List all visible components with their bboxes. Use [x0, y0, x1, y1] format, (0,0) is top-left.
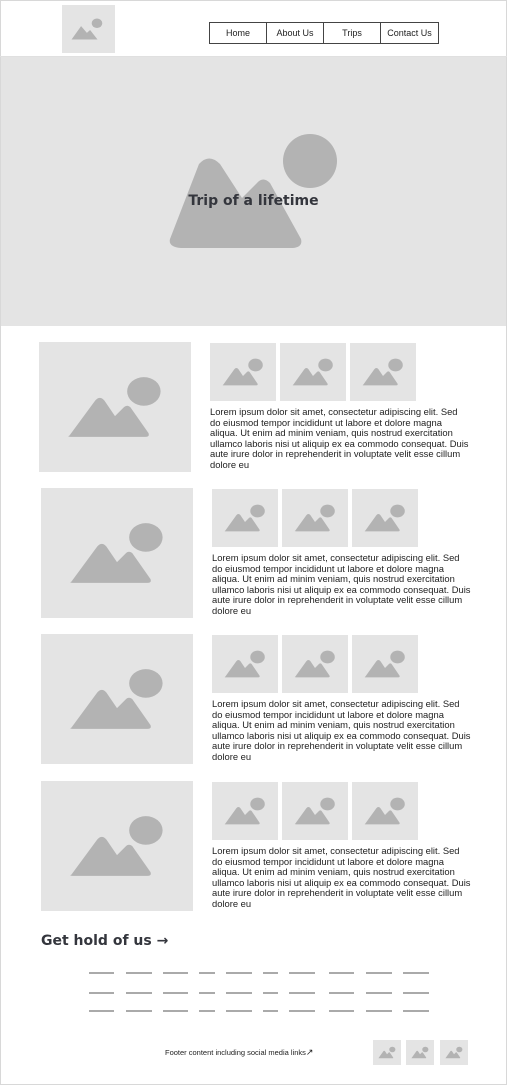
placeholder-line [89, 1010, 114, 1012]
placeholder-line [126, 1010, 152, 1012]
logo-image-placeholder-icon[interactable] [62, 5, 115, 53]
external-link-icon: ↗ [305, 1047, 314, 1057]
placeholder-line [199, 992, 215, 994]
nav-trips[interactable]: Trips [324, 23, 381, 43]
placeholder-line [289, 992, 315, 994]
placeholder-line [263, 1010, 278, 1012]
trip-thumbnail-image-placeholder-icon[interactable] [210, 343, 276, 401]
placeholder-line [126, 972, 152, 974]
placeholder-line [226, 1010, 252, 1012]
placeholder-line [403, 992, 429, 994]
placeholder-line [289, 972, 315, 974]
trip-description: Lorem ipsum dolor sit amet, consectetur … [212, 698, 471, 762]
trip-thumbnail-image-placeholder-icon[interactable] [282, 489, 348, 547]
trip-thumbnail-image-placeholder-icon[interactable] [350, 343, 416, 401]
trip-thumbnail-image-placeholder-icon[interactable] [282, 782, 348, 840]
placeholder-line [289, 1010, 315, 1012]
placeholder-line [329, 1010, 354, 1012]
placeholder-line [199, 972, 215, 974]
placeholder-line [263, 992, 278, 994]
trip-thumbnail-image-placeholder-icon[interactable] [280, 343, 346, 401]
placeholder-line [163, 1010, 188, 1012]
nav-about-us[interactable]: About Us [267, 23, 324, 43]
main-nav: Home About Us Trips Contact Us [209, 22, 439, 44]
social-media-image-placeholder-icon[interactable] [440, 1040, 468, 1065]
trip-thumbnail-image-placeholder-icon[interactable] [212, 635, 278, 693]
trip-main-image-placeholder-icon[interactable] [41, 634, 193, 764]
trip-main-image-placeholder-icon[interactable] [41, 488, 193, 618]
contact-heading-link[interactable]: Get hold of us → [41, 933, 168, 949]
placeholder-line [199, 1010, 215, 1012]
trip-thumbnail-image-placeholder-icon[interactable] [282, 635, 348, 693]
placeholder-line [226, 972, 252, 974]
placeholder-line [89, 972, 114, 974]
placeholder-line [366, 972, 392, 974]
trip-description: Lorem ipsum dolor sit amet, consectetur … [212, 552, 471, 616]
trip-main-image-placeholder-icon[interactable] [41, 781, 193, 911]
nav-contact-us[interactable]: Contact Us [381, 23, 438, 43]
placeholder-line [89, 992, 114, 994]
placeholder-line [163, 972, 188, 974]
nav-home[interactable]: Home [210, 23, 267, 43]
trip-thumbnail-image-placeholder-icon[interactable] [352, 489, 418, 547]
hero-image-placeholder-icon [169, 134, 337, 248]
placeholder-line [263, 972, 278, 974]
placeholder-line [126, 992, 152, 994]
trip-thumbnail-image-placeholder-icon[interactable] [212, 782, 278, 840]
social-media-image-placeholder-icon[interactable] [406, 1040, 434, 1065]
social-media-image-placeholder-icon[interactable] [373, 1040, 401, 1065]
placeholder-line [366, 1010, 392, 1012]
placeholder-line [329, 972, 354, 974]
trip-thumbnail-image-placeholder-icon[interactable] [212, 489, 278, 547]
trip-description: Lorem ipsum dolor sit amet, consectetur … [210, 406, 469, 470]
trip-thumbnail-image-placeholder-icon[interactable] [352, 635, 418, 693]
hero-title: Trip of a lifetime [188, 193, 319, 209]
placeholder-line [403, 972, 429, 974]
placeholder-line [403, 1010, 429, 1012]
placeholder-line [226, 992, 252, 994]
footer-text-label: Footer content including social media li… [165, 1048, 306, 1057]
hero-banner: Trip of a lifetime [1, 57, 506, 326]
placeholder-line [329, 992, 354, 994]
placeholder-line [163, 992, 188, 994]
footer-text[interactable]: Footer content including social media li… [165, 1047, 313, 1058]
trip-main-image-placeholder-icon[interactable] [39, 342, 191, 472]
trip-thumbnail-image-placeholder-icon[interactable] [352, 782, 418, 840]
trip-description: Lorem ipsum dolor sit amet, consectetur … [212, 845, 471, 909]
placeholder-line [366, 992, 392, 994]
